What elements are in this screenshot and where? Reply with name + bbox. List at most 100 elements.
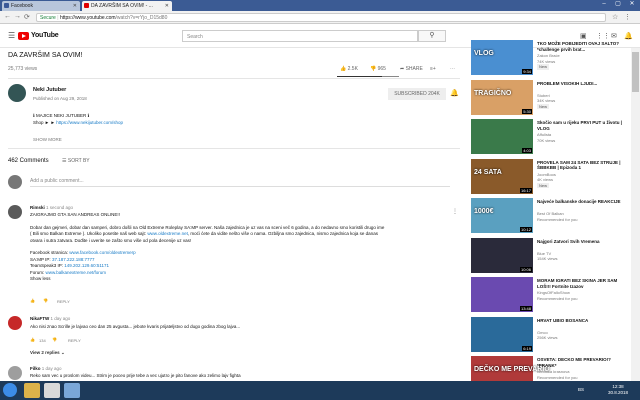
tab-facebook[interactable]: Facebook ✕ [2, 1, 80, 11]
comment-dislike-icon[interactable]: 👎 [43, 298, 48, 303]
comment-like-icon[interactable]: 👍 [30, 337, 35, 342]
related-video-meta: Affulista 70K views [537, 132, 555, 143]
comment-author[interactable]: NikaFTW 1 day ago [30, 316, 70, 321]
comment-dislike-icon[interactable]: 👎 [52, 337, 57, 342]
related-video-meta: KingsOfFalloShow Recommended for you [537, 290, 577, 301]
commenter-avatar[interactable] [8, 205, 22, 219]
related-video-title[interactable]: Najgori Zatvori Svih Vremena [537, 239, 627, 245]
comment-author[interactable]: Filko 1 day ago [30, 366, 62, 371]
apps-icon[interactable]: ⋮⋮ [596, 32, 610, 40]
browser-menu-icon[interactable]: ⋮ [624, 13, 631, 21]
related-video-title[interactable]: HRVAT UBIO BOSANCA [537, 318, 627, 324]
new-badge: New [537, 103, 550, 109]
channel-name[interactable]: Neki Jutuber [33, 87, 66, 93]
bookmark-star-icon[interactable]: ☆ [612, 13, 618, 21]
language-indicator[interactable]: BS [578, 387, 584, 392]
file-explorer-icon[interactable] [24, 383, 40, 398]
messages-icon[interactable]: ✉ [611, 32, 617, 40]
dislike-button[interactable]: 👎 965 [370, 66, 386, 72]
related-video-title[interactable]: PROVELA SAM 24 SATA BEZ STRUJE | ŠBBKBB … [537, 160, 627, 171]
video-thumbnail[interactable]: 13:48 [471, 277, 533, 312]
related-video-title[interactable]: PROBLEM VISOKIH LJUDI... [537, 81, 627, 87]
media-player-icon[interactable] [44, 383, 60, 398]
user-avatar [8, 175, 22, 189]
ip-link[interactable]: 37.187.222.188:7777 [52, 257, 95, 262]
youtube-logo-icon[interactable] [18, 32, 29, 40]
commenter-avatar[interactable] [8, 316, 22, 330]
video-thumbnail[interactable]: 6:19 [471, 316, 533, 352]
close-tab-icon[interactable]: ✕ [73, 3, 77, 9]
related-video-title[interactable]: TKO MOŽE POBIJEDITI OVAJ SALTO? *challen… [537, 41, 627, 52]
video-thumbnail[interactable]: 10:06 [471, 237, 533, 273]
subscribe-button[interactable]: SUBSCRIBED 204K [388, 88, 446, 100]
video-thumbnail[interactable]: 24 SATA 16:17 [471, 158, 533, 194]
view-replies-button[interactable]: View 2 replies ⌄ [30, 350, 65, 356]
comment-author[interactable]: Rimski 1 second ago [30, 205, 73, 210]
close-window-button[interactable]: ✕ [625, 0, 639, 9]
system-clock[interactable]: 12:38 30.8.2018 [608, 384, 628, 396]
video-duration: 13:48 [519, 306, 532, 311]
commenter-avatar[interactable] [8, 366, 22, 380]
related-video-title[interactable]: Najveće balkanske donacije REAKCIJE [537, 199, 627, 205]
minimize-window-button[interactable]: – [597, 0, 611, 9]
related-video-meta: JoomBoos 4K views New [537, 172, 556, 188]
channel-avatar[interactable] [8, 84, 26, 102]
video-title: DA ZAVRŠIM SA OVIM! [8, 52, 83, 59]
video-thumbnail[interactable]: 1000€ 10:12 [471, 198, 533, 233]
search-input[interactable]: Search [182, 30, 418, 42]
share-button[interactable]: ➦ SHARE [400, 66, 423, 72]
sort-by-button[interactable]: ☰ SORT BY [62, 158, 90, 164]
scrollbar-thumb[interactable] [632, 52, 639, 92]
more-actions-icon[interactable]: ⋯ [450, 66, 455, 72]
menu-icon[interactable]: ☰ [8, 31, 15, 40]
youtube-wordmark[interactable]: YouTube [31, 32, 59, 39]
comment-like-icon[interactable]: 👍 [30, 298, 35, 303]
thumbnail-text: VLOG [474, 50, 494, 57]
thumbs-down-icon: 👎 [370, 66, 377, 72]
related-video-channel[interactable]: Zakon Braće [537, 53, 560, 59]
description-shop-link[interactable]: https://www.nekijutuber.com/shop [56, 120, 123, 125]
chevron-down-icon: ⌄ [60, 350, 65, 355]
new-badge: New [537, 64, 550, 70]
tab-youtube[interactable]: DA ZAVRŠIM SA OVIM! - ... ✕ [82, 1, 172, 11]
add-comment-input[interactable]: Add a public comment... [30, 178, 84, 184]
forum-link[interactable]: www.balkanextreme.net/forum [46, 270, 107, 275]
comment-web-link[interactable]: www.oldextreme.net [147, 231, 188, 236]
reply-button[interactable]: REPLY [68, 338, 81, 343]
save-button[interactable]: ≡+ [430, 66, 436, 72]
search-button[interactable]: ⚲ [418, 30, 446, 42]
reload-icon[interactable]: ⟳ [24, 13, 30, 21]
view-replies-label: View 2 replies [30, 350, 60, 355]
thumbs-up-icon: 👍 [340, 66, 347, 72]
new-badge: New [537, 182, 550, 188]
fb-link[interactable]: www.facebook.com/oldextremerp [69, 250, 135, 255]
maximize-window-button[interactable]: ▢ [611, 0, 625, 9]
notification-bell-icon[interactable]: 🔔 [450, 89, 459, 97]
like-button[interactable]: 👍 2.5K [340, 66, 358, 72]
video-thumbnail[interactable]: 4:03 [471, 119, 533, 154]
chrome-icon[interactable] [64, 383, 80, 398]
create-video-icon[interactable]: ▣ [580, 32, 587, 40]
related-video-title[interactable]: OSVETA: DECKO ME PREVARIO!? *PRANK* [537, 357, 627, 368]
show-more-button[interactable]: SHOW MORE [33, 137, 62, 142]
close-tab-icon[interactable]: ✕ [165, 3, 169, 9]
notifications-icon[interactable]: 🔔 [624, 32, 633, 40]
back-icon[interactable]: ← [4, 13, 11, 20]
related-video-title[interactable]: Skočio sam u rijeku PRVI PUT u životu | … [537, 120, 627, 131]
like-ratio-fill [337, 76, 382, 77]
related-video-title[interactable]: MORAM IGRATI BEZ SKINA JER SAM LOŠ!!! Fo… [537, 278, 627, 289]
divider [8, 148, 460, 149]
tab-youtube-label: DA ZAVRŠIM SA OVIM! - ... [91, 3, 153, 9]
start-button[interactable] [3, 383, 17, 397]
forward-icon[interactable]: → [14, 13, 21, 20]
reply-button[interactable]: REPLY [57, 299, 70, 304]
comment-author-name: Filko [30, 366, 41, 371]
comment-menu-icon[interactable]: ⋮ [452, 208, 458, 215]
ts-link[interactable]: 149.202.129.60:51171 [64, 263, 109, 268]
video-thumbnail[interactable]: TRAGIČNO 5:30 [471, 79, 533, 115]
scrollbar[interactable] [631, 48, 640, 381]
url-input[interactable]: Secure | https://www.youtube.com/watch?v… [36, 13, 606, 22]
related-video-meta: Stuberi 34K views New [537, 93, 555, 109]
show-less-button[interactable]: Show less [30, 276, 450, 283]
video-thumbnail[interactable]: VLOG 9:34 [471, 40, 533, 75]
